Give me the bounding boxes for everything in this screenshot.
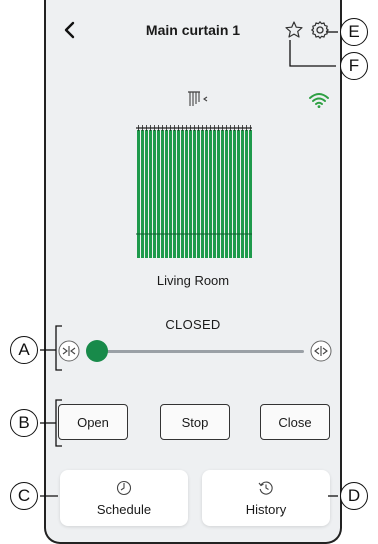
schedule-label: Schedule	[96, 501, 152, 517]
curtain-pleat	[237, 130, 240, 258]
curtain-pleat	[169, 130, 172, 258]
curtain-pleat	[153, 130, 156, 258]
callout-b: B	[10, 409, 38, 437]
callout-a: A	[10, 336, 38, 364]
history-card[interactable]: History	[202, 470, 330, 526]
curtain-illustration	[136, 125, 252, 258]
curtain-pleat	[189, 130, 192, 258]
curtain-pleat	[221, 130, 224, 258]
position-slider[interactable]	[58, 336, 332, 366]
curtain-pleat	[197, 130, 200, 258]
schedule-card[interactable]: Schedule	[60, 470, 188, 526]
curtain-pleat	[193, 130, 196, 258]
slider-track[interactable]	[98, 350, 304, 353]
curtain-pleat	[245, 130, 248, 258]
curtain-pleat	[141, 130, 144, 258]
curtain-pleat	[225, 130, 228, 258]
header: Main curtain 1	[46, 0, 340, 62]
curtain-pleat	[201, 130, 204, 258]
curtain-pleat	[165, 130, 168, 258]
curtain-pleat	[205, 130, 208, 258]
curtain-pleat	[249, 130, 252, 258]
stop-button[interactable]: Stop	[160, 404, 230, 440]
curtain-pleat	[177, 130, 180, 258]
curtain-pleat	[161, 130, 164, 258]
callout-f: F	[340, 52, 368, 80]
curtain-pleat	[145, 130, 148, 258]
status-text: CLOSED	[165, 317, 221, 332]
gear-icon[interactable]	[310, 20, 330, 40]
history-icon	[258, 481, 273, 495]
curtain-pleat	[233, 130, 236, 258]
room-label: Living Room	[156, 273, 230, 288]
curtain-pleat	[241, 130, 244, 258]
curtain-pleat	[213, 130, 216, 258]
open-button[interactable]: Open	[58, 404, 128, 440]
slider-thumb[interactable]	[86, 340, 108, 362]
curtain-pleat	[229, 130, 232, 258]
close-button[interactable]: Close	[260, 404, 330, 440]
schedule-icon	[116, 480, 132, 495]
slider-close-icon[interactable]	[58, 340, 80, 362]
curtain-pleat	[149, 130, 152, 258]
callout-d: D	[340, 482, 368, 510]
star-icon[interactable]	[284, 20, 304, 40]
app-screen: Main curtain 1 Living Room CLOSED Open S…	[44, 0, 342, 544]
wifi-icon	[309, 93, 329, 108]
curtain-pleat	[157, 130, 160, 258]
curtain-pleat	[209, 130, 212, 258]
curtain-pleat	[217, 130, 220, 258]
curtain-icon	[188, 91, 208, 106]
curtain-pleat	[181, 130, 184, 258]
history-label: History	[245, 501, 287, 517]
curtain-pleat	[185, 130, 188, 258]
callout-c: C	[10, 482, 38, 510]
callout-e: E	[340, 18, 368, 46]
curtain-pleat	[137, 130, 140, 258]
curtain-pleat	[173, 130, 176, 258]
slider-open-icon[interactable]	[310, 340, 332, 362]
